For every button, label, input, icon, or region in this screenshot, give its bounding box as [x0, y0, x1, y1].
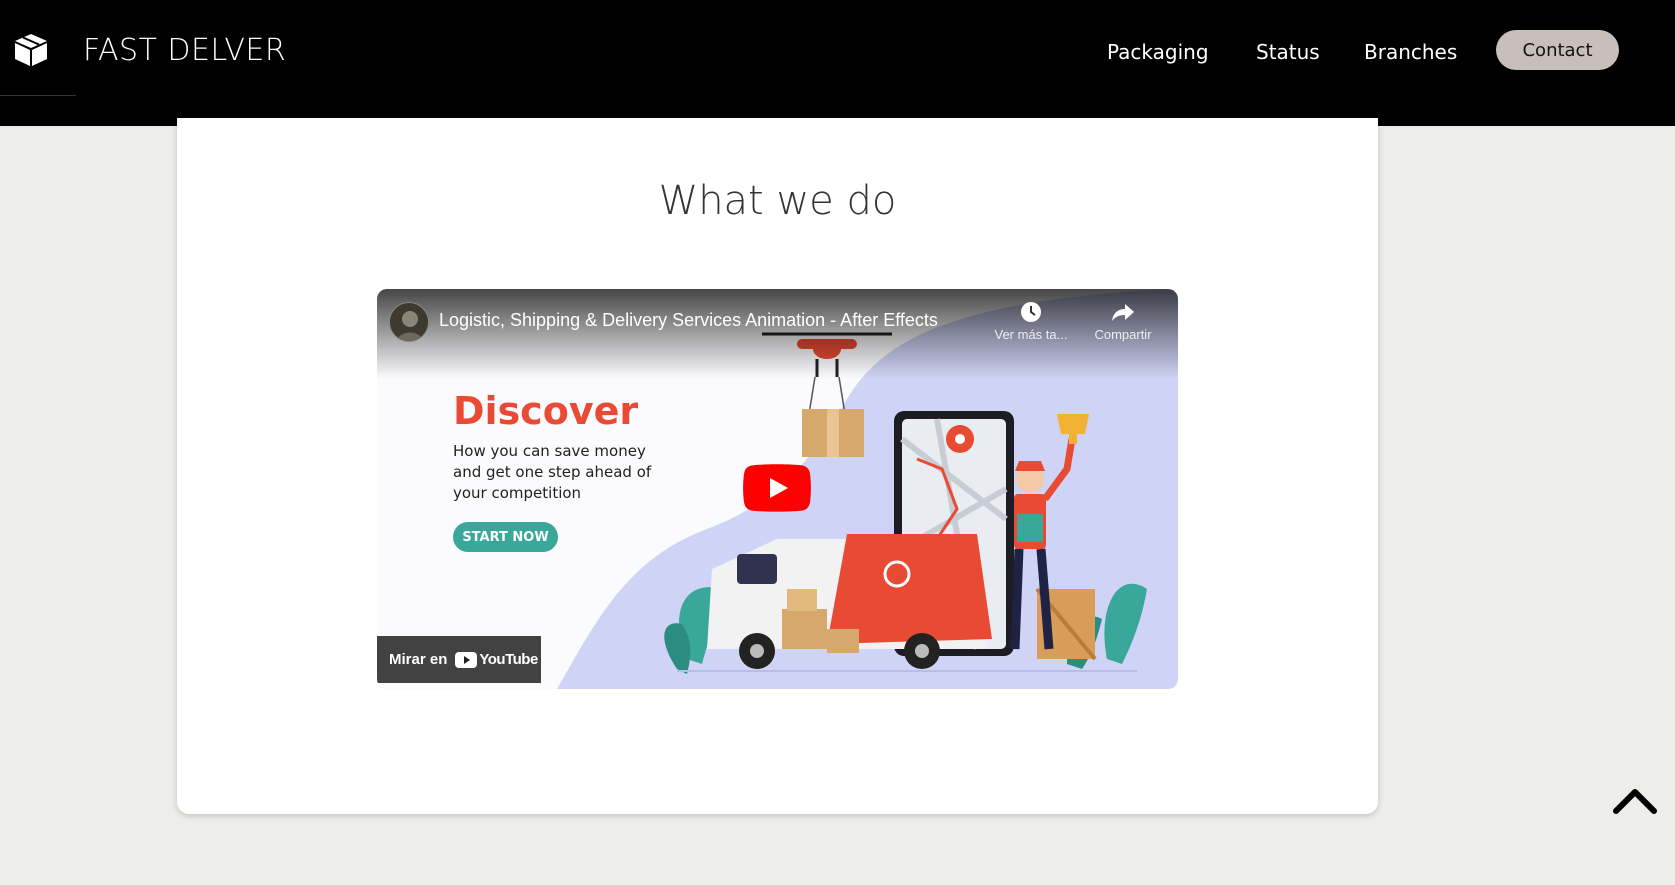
package-box-icon[interactable] [12, 32, 50, 68]
watch-later-label: Ver más ta... [994, 327, 1068, 342]
chevron-up-icon[interactable] [1612, 786, 1658, 814]
thumbnail-text: How you can save money and get one step … [453, 442, 652, 502]
video-embed[interactable]: Logistic, Shipping & Delivery Services A… [377, 289, 1178, 689]
play-icon[interactable] [743, 464, 811, 512]
watch-on-youtube-button[interactable]: Mirar en YouTube [377, 636, 541, 683]
brand-name[interactable]: FAST DELVER [83, 33, 286, 68]
thumbnail-heading: Discover [453, 389, 639, 433]
channel-avatar[interactable] [389, 302, 429, 342]
watch-later-button[interactable]: Ver más ta... [991, 301, 1071, 342]
nav-link-packaging[interactable]: Packaging [1107, 40, 1209, 64]
contact-button[interactable]: Contact [1496, 30, 1619, 70]
clock-icon [1021, 302, 1041, 322]
share-icon [1112, 304, 1134, 321]
watch-on-label: Mirar en [389, 651, 448, 668]
section-title: What we do [658, 178, 897, 224]
video-title[interactable]: Logistic, Shipping & Delivery Services A… [439, 310, 939, 331]
share-label: Compartir [1094, 327, 1152, 342]
nav-link-status[interactable]: Status [1256, 40, 1320, 64]
nav-link-branches[interactable]: Branches [1364, 40, 1457, 64]
thumbnail-start-now-badge: START NOW [453, 522, 558, 552]
share-button[interactable]: Compartir [1083, 301, 1163, 342]
youtube-logo-text: YouTube [479, 651, 538, 668]
youtube-logo-icon: YouTube [455, 651, 538, 668]
navbar: FAST DELVER Packaging Status Branches Co… [0, 0, 1675, 126]
brand-underline [0, 95, 76, 96]
